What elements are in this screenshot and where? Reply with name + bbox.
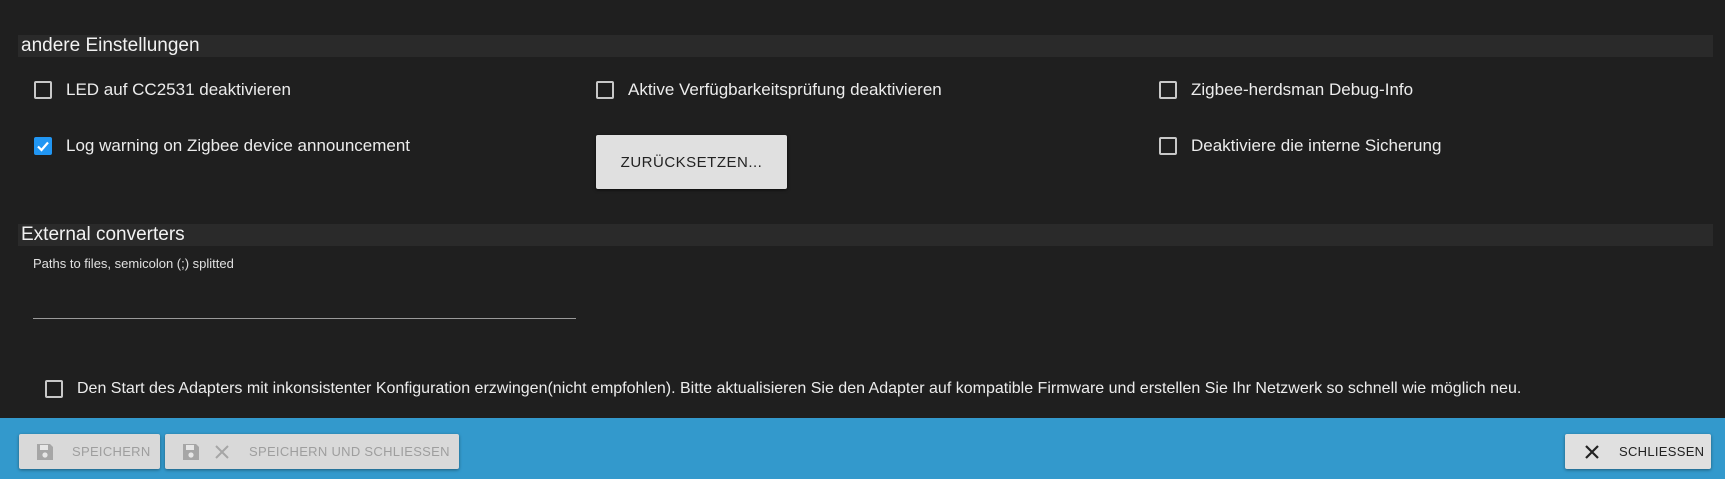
checkbox-force-start[interactable]: Den Start des Adapters mit inkonsistente… xyxy=(45,380,1521,398)
checkbox-box[interactable] xyxy=(1159,81,1177,99)
checkbox-box[interactable] xyxy=(34,81,52,99)
save-and-close-button[interactable]: SPEICHERN UND SCHLIESSEN xyxy=(165,434,459,469)
checkbox-label: Deaktiviere die interne Sicherung xyxy=(1191,136,1442,155)
external-converters-label: Paths to files, semicolon (;) splitted xyxy=(33,256,234,271)
section-title-other-settings: andere Einstellungen xyxy=(18,35,1713,57)
checkbox-label: Den Start des Adapters mit inkonsistente… xyxy=(77,380,1522,397)
save-button-label: SPEICHERN xyxy=(72,444,151,459)
reset-button[interactable]: ZURÜCKSETZEN... xyxy=(596,135,787,189)
checkbox-herdsman-debug[interactable]: Zigbee-herdsman Debug-Info xyxy=(1159,80,1413,100)
floppy-disk-icon xyxy=(35,442,55,462)
checkbox-box[interactable] xyxy=(1159,137,1177,155)
floppy-disk-icon xyxy=(181,442,201,462)
save-and-close-button-label: SPEICHERN UND SCHLIESSEN xyxy=(249,444,450,459)
checkbox-availability-disable[interactable]: Aktive Verfügbarkeitsprüfung deaktiviere… xyxy=(596,80,942,100)
close-button-label: SCHLIESSEN xyxy=(1619,444,1705,459)
check-icon xyxy=(37,141,49,152)
close-icon xyxy=(214,444,230,460)
checkbox-internal-backup-disable[interactable]: Deaktiviere die interne Sicherung xyxy=(1159,136,1441,156)
checkbox-label: Aktive Verfügbarkeitsprüfung deaktiviere… xyxy=(628,80,942,99)
checkbox-label: Zigbee-herdsman Debug-Info xyxy=(1191,80,1414,99)
save-button[interactable]: SPEICHERN xyxy=(19,434,160,469)
checkbox-label: LED auf CC2531 deaktivieren xyxy=(66,80,291,99)
checkbox-label: Log warning on Zigbee device announcemen… xyxy=(66,136,411,155)
checkbox-log-warning[interactable]: Log warning on Zigbee device announcemen… xyxy=(34,136,410,156)
close-button[interactable]: SCHLIESSEN xyxy=(1565,434,1711,469)
section-title-external-converters: External converters xyxy=(18,224,1713,246)
checkbox-box[interactable] xyxy=(45,380,63,398)
external-converters-input[interactable] xyxy=(33,282,576,319)
checkbox-box[interactable] xyxy=(34,137,52,155)
checkbox-box[interactable] xyxy=(596,81,614,99)
close-icon xyxy=(1584,444,1600,460)
checkbox-led-disable[interactable]: LED auf CC2531 deaktivieren xyxy=(34,80,291,100)
